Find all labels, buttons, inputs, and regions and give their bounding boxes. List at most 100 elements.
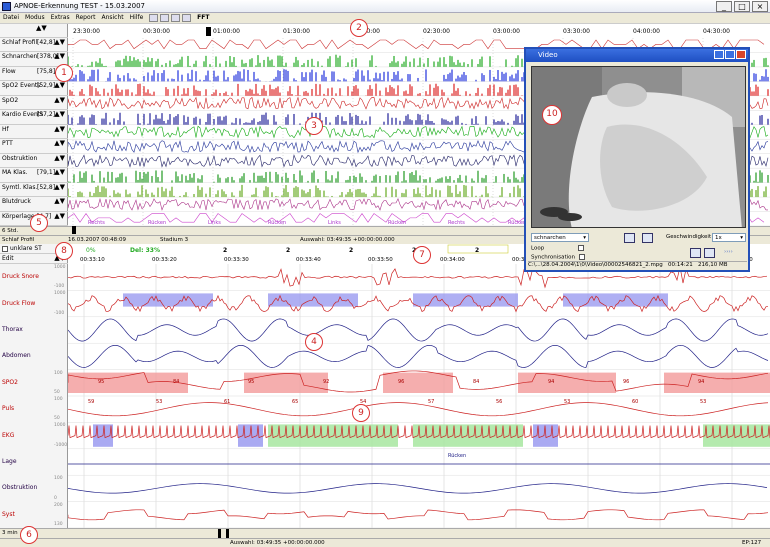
detail-row-label: EKG — [2, 431, 15, 439]
overview-row-blutdruck[interactable]: Blutdruck ▲▼ — [0, 197, 68, 212]
chart-tool-icon[interactable] — [149, 14, 159, 22]
minimize-button[interactable]: _ — [716, 1, 732, 12]
detail-row-lage[interactable]: Lage — [0, 449, 68, 475]
loop-checkbox[interactable] — [578, 245, 585, 251]
spo2-value: 94 — [548, 379, 554, 385]
detail-trace — [68, 509, 769, 521]
speed-select[interactable]: 1x ▾ — [712, 233, 746, 242]
fft-button[interactable]: FFT — [194, 13, 212, 22]
detail-row-label: Druck Flow — [2, 299, 36, 307]
row-arrows-icon[interactable]: ▲▼ — [54, 154, 65, 162]
detail-row-spo2[interactable]: SPO2 100 50 — [0, 370, 68, 396]
overview-row-hf[interactable]: Hf ▲▼ — [0, 125, 68, 140]
epoch-count: 2 — [286, 247, 290, 254]
spo2-value: 95 — [248, 379, 254, 385]
detail-row-label: Lage — [2, 457, 17, 465]
print-icon[interactable] — [160, 14, 170, 22]
menu-datei[interactable]: Datei — [0, 13, 22, 22]
detail-time-tick: 00:33:50 — [368, 257, 393, 263]
detail-row-druck-flow[interactable]: Druck Flow 1000 -100 — [0, 290, 68, 316]
detail-scrollbar[interactable]: 3 min — [0, 528, 770, 538]
step-forward-button[interactable] — [642, 233, 653, 243]
desaturation-event[interactable] — [244, 372, 328, 393]
overview-cursor[interactable] — [206, 27, 211, 36]
overview-row-spo2[interactable]: SpO2 ▲▼ — [0, 96, 68, 111]
menu-hilfe[interactable]: Hilfe — [127, 13, 147, 22]
detail-row-druck-snore[interactable]: Druck Snore 1000 -100 — [0, 264, 68, 290]
settings-icon[interactable] — [171, 14, 181, 22]
menu-modus[interactable]: Modus — [22, 13, 48, 22]
row-arrows-icon[interactable]: ▲▼ — [54, 52, 65, 60]
desaturation-event[interactable] — [383, 372, 453, 393]
scale-bottom: 50 — [54, 389, 60, 395]
row-arrows-icon[interactable]: ▲▼ — [54, 212, 65, 220]
pulse-value: 57 — [428, 399, 434, 405]
apnea-event[interactable] — [563, 293, 668, 307]
detail-time-tick: 00:33:10 — [80, 257, 105, 263]
row-arrows-icon[interactable]: ▲▼ — [54, 139, 65, 147]
detail-scroll-thumb-b[interactable] — [226, 529, 229, 538]
step-back-button[interactable] — [624, 233, 635, 243]
detail-row-syst[interactable]: Syst 200 130 — [0, 502, 68, 528]
row-arrows-icon[interactable]: ▲▼ — [54, 197, 65, 205]
maximize-button[interactable]: □ — [734, 1, 750, 12]
detail-row-obstruktion[interactable]: Obstruktion 100 0 — [0, 475, 68, 501]
edit-label[interactable]: Edit — [2, 255, 14, 262]
menu-bar: Datei Modus Extras Report Ansicht Hilfe FFT — [0, 13, 770, 24]
row-arrows-icon[interactable]: ▲▼ — [54, 125, 65, 133]
row-arrows-icon[interactable]: ▲▼ — [54, 81, 65, 89]
detail-window-size[interactable]: 3 min — [2, 530, 18, 536]
menu-report[interactable]: Report — [73, 13, 99, 22]
zoom-out-icon[interactable] — [704, 248, 715, 258]
detail-scroll-thumb-a[interactable] — [218, 529, 221, 538]
row-arrows-icon[interactable]: ▲▼ — [54, 38, 65, 46]
overview-row-spo2-events[interactable]: SpO2 Events [52,9] ▲▼ — [0, 81, 68, 96]
detail-row-puls[interactable]: Puls 100 50 — [0, 396, 68, 422]
overview-row-value: [52,9] — [37, 82, 56, 90]
epoch-count: 2 — [349, 247, 353, 254]
sync-checkbox[interactable] — [579, 254, 586, 260]
title-bar: APNOE-Erkennung TEST - 15.03.2007 _ □ × — [0, 0, 770, 13]
row-arrows-icon[interactable]: ▲▼ — [54, 96, 65, 104]
apnea-event[interactable] — [123, 293, 213, 307]
marker-10: 10 — [542, 105, 562, 125]
overview-window-size[interactable]: 6 Std. — [2, 228, 18, 234]
detail-trace: 59 53 61 65 54 57 56 53 60 53 — [68, 399, 769, 417]
video-window[interactable]: Video schnarchen ▾ Loop Synchronisation G… — [524, 47, 750, 272]
zoom-in-icon[interactable] — [690, 248, 701, 258]
video-channel-select[interactable]: schnarchen ▾ — [531, 233, 589, 242]
overview-row-obstruktion[interactable]: Obstruktion ▲▼ — [0, 154, 68, 169]
video-close-button[interactable] — [736, 50, 746, 59]
scale-bottom: 50 — [54, 416, 60, 422]
detail-trace — [68, 344, 769, 368]
video-minimize-button[interactable] — [714, 50, 724, 59]
selection-time: Auswahl: 03:49:35 +00:00:00.000 — [300, 237, 395, 243]
overview-scroll-thumb[interactable] — [72, 226, 76, 234]
row-arrows-icon[interactable]: ▲▼ — [54, 168, 65, 176]
overview-row-ptt[interactable]: PTT ▲▼ — [0, 139, 68, 154]
detail-row-thorax[interactable]: Thorax — [0, 317, 68, 343]
cursor-datetime: 16.03.2007 00:48:09 — [68, 237, 126, 243]
sync-label: Synchronisation — [531, 254, 576, 261]
row-arrows-icon[interactable]: ▲▼ — [54, 110, 65, 118]
pulse-value: 53 — [156, 399, 162, 405]
menu-extras[interactable]: Extras — [48, 13, 73, 22]
marker-5: 5 — [30, 214, 48, 232]
detail-row-abdomen[interactable]: Abdomen — [0, 343, 68, 369]
unclear-stage-checkbox[interactable] — [2, 245, 8, 252]
detail-row-ekg[interactable]: EKG 1000 -1000 — [0, 422, 68, 448]
overview-row-symtl-klas-[interactable]: Symtl. Klas. [52,8] ▲▼ — [0, 183, 68, 198]
desaturation-event[interactable] — [518, 372, 616, 393]
detail-chart[interactable]: 0%Del: 33%2222200:33:1000:33:2000:33:300… — [68, 244, 770, 528]
overview-row-value: [79,1] — [37, 169, 56, 177]
marker-icon[interactable] — [182, 14, 192, 22]
overview-row-schlaf-profil[interactable]: Schlaf Profil [42,8] ▲▼ — [0, 38, 68, 53]
video-maximize-button[interactable] — [725, 50, 735, 59]
arousal-event[interactable] — [268, 424, 398, 447]
overview-row-ma-klas-[interactable]: MA Klas. [79,1] ▲▼ — [0, 168, 68, 183]
menu-ansicht[interactable]: Ansicht — [98, 13, 126, 22]
close-button[interactable]: × — [752, 1, 768, 12]
overview-row-kardio-events[interactable]: Kardio Events [57,2] ▲▼ — [0, 110, 68, 125]
row-arrows-icon[interactable]: ▲▼ — [54, 183, 65, 191]
forward-arrows[interactable]: ›››› — [724, 249, 733, 255]
